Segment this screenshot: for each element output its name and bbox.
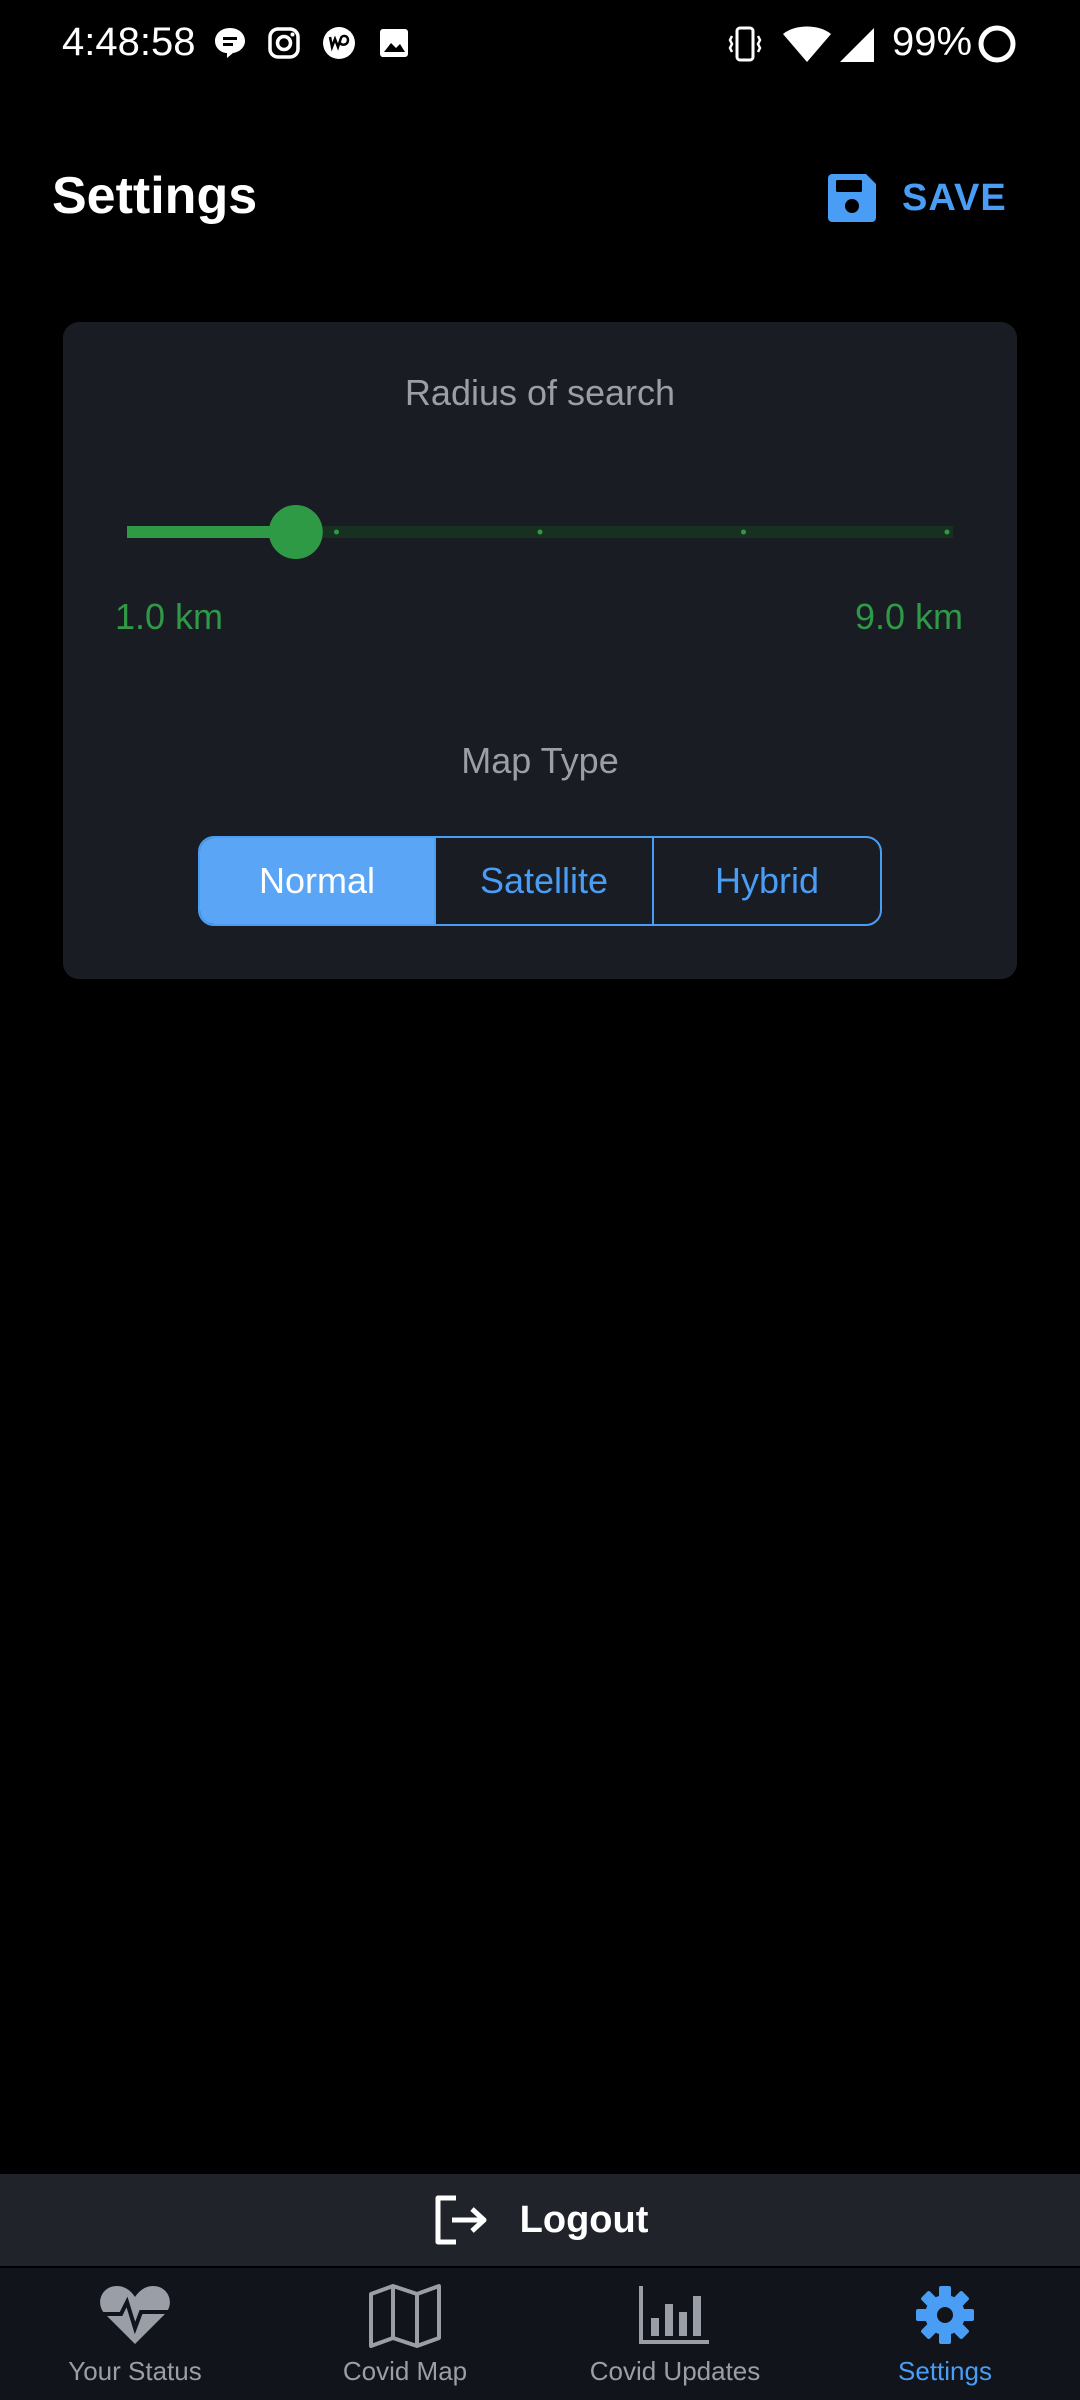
slider-thumb[interactable] — [268, 505, 323, 559]
save-button[interactable]: SAVE — [826, 166, 1007, 230]
status-time: 4:48:58 — [62, 20, 196, 64]
settings-card: Radius of search 1.0 km 9.0 km Map Type … — [63, 322, 1017, 979]
battery-percent: 99% — [892, 20, 973, 64]
upwork-icon — [323, 27, 355, 59]
map-type-label: Map Type — [461, 740, 619, 781]
map-type-selector: Normal Satellite Hybrid — [198, 836, 882, 926]
battery-ring-icon — [978, 25, 1016, 63]
nav-covid-updates[interactable]: Covid Updates — [540, 2268, 810, 2400]
nav-label-covid-map: Covid Map — [342, 2356, 468, 2386]
vibrate-icon — [728, 26, 762, 62]
floppy-disk-icon — [828, 174, 876, 222]
radius-max-label: 9.0 km — [854, 596, 963, 637]
bottom-navigation: Your Status Covid Map Covid Updates Sett… — [0, 2268, 1080, 2400]
slider-tick — [944, 529, 950, 535]
wifi-icon — [783, 26, 831, 62]
image-icon — [380, 29, 408, 57]
slider-tick — [537, 529, 543, 535]
nav-settings[interactable]: Settings — [810, 2268, 1080, 2400]
page-title: Settings — [52, 167, 258, 225]
radius-min-label: 1.0 km — [115, 596, 224, 637]
logout-icon — [435, 2195, 487, 2245]
bar-chart-icon — [639, 2286, 709, 2344]
nav-label-your-status: Your Status — [68, 2356, 202, 2386]
logout-button[interactable]: Logout — [0, 2174, 1080, 2266]
map-type-normal[interactable]: Normal — [200, 838, 434, 924]
radius-label: Radius of search — [404, 372, 676, 413]
map-type-satellite[interactable]: Satellite — [434, 838, 652, 924]
nav-your-status[interactable]: Your Status — [0, 2268, 270, 2400]
map-icon — [369, 2284, 441, 2348]
chat-bubble-icon — [215, 28, 245, 58]
logout-label: Logout — [519, 2198, 649, 2241]
instagram-icon — [268, 27, 300, 59]
gear-icon — [916, 2286, 974, 2344]
heartbeat-icon — [100, 2286, 170, 2344]
save-label: SAVE — [902, 176, 1007, 219]
nav-label-settings: Settings — [898, 2356, 992, 2386]
slider-tick — [334, 529, 339, 535]
nav-covid-map[interactable]: Covid Map — [270, 2268, 540, 2400]
status-bar: 4:48:58 99% — [0, 0, 1080, 90]
map-type-hybrid[interactable]: Hybrid — [652, 838, 880, 924]
nav-label-covid-updates: Covid Updates — [589, 2356, 761, 2386]
slider-tick — [741, 529, 746, 535]
signal-icon — [840, 28, 874, 62]
radius-slider[interactable] — [127, 502, 953, 562]
